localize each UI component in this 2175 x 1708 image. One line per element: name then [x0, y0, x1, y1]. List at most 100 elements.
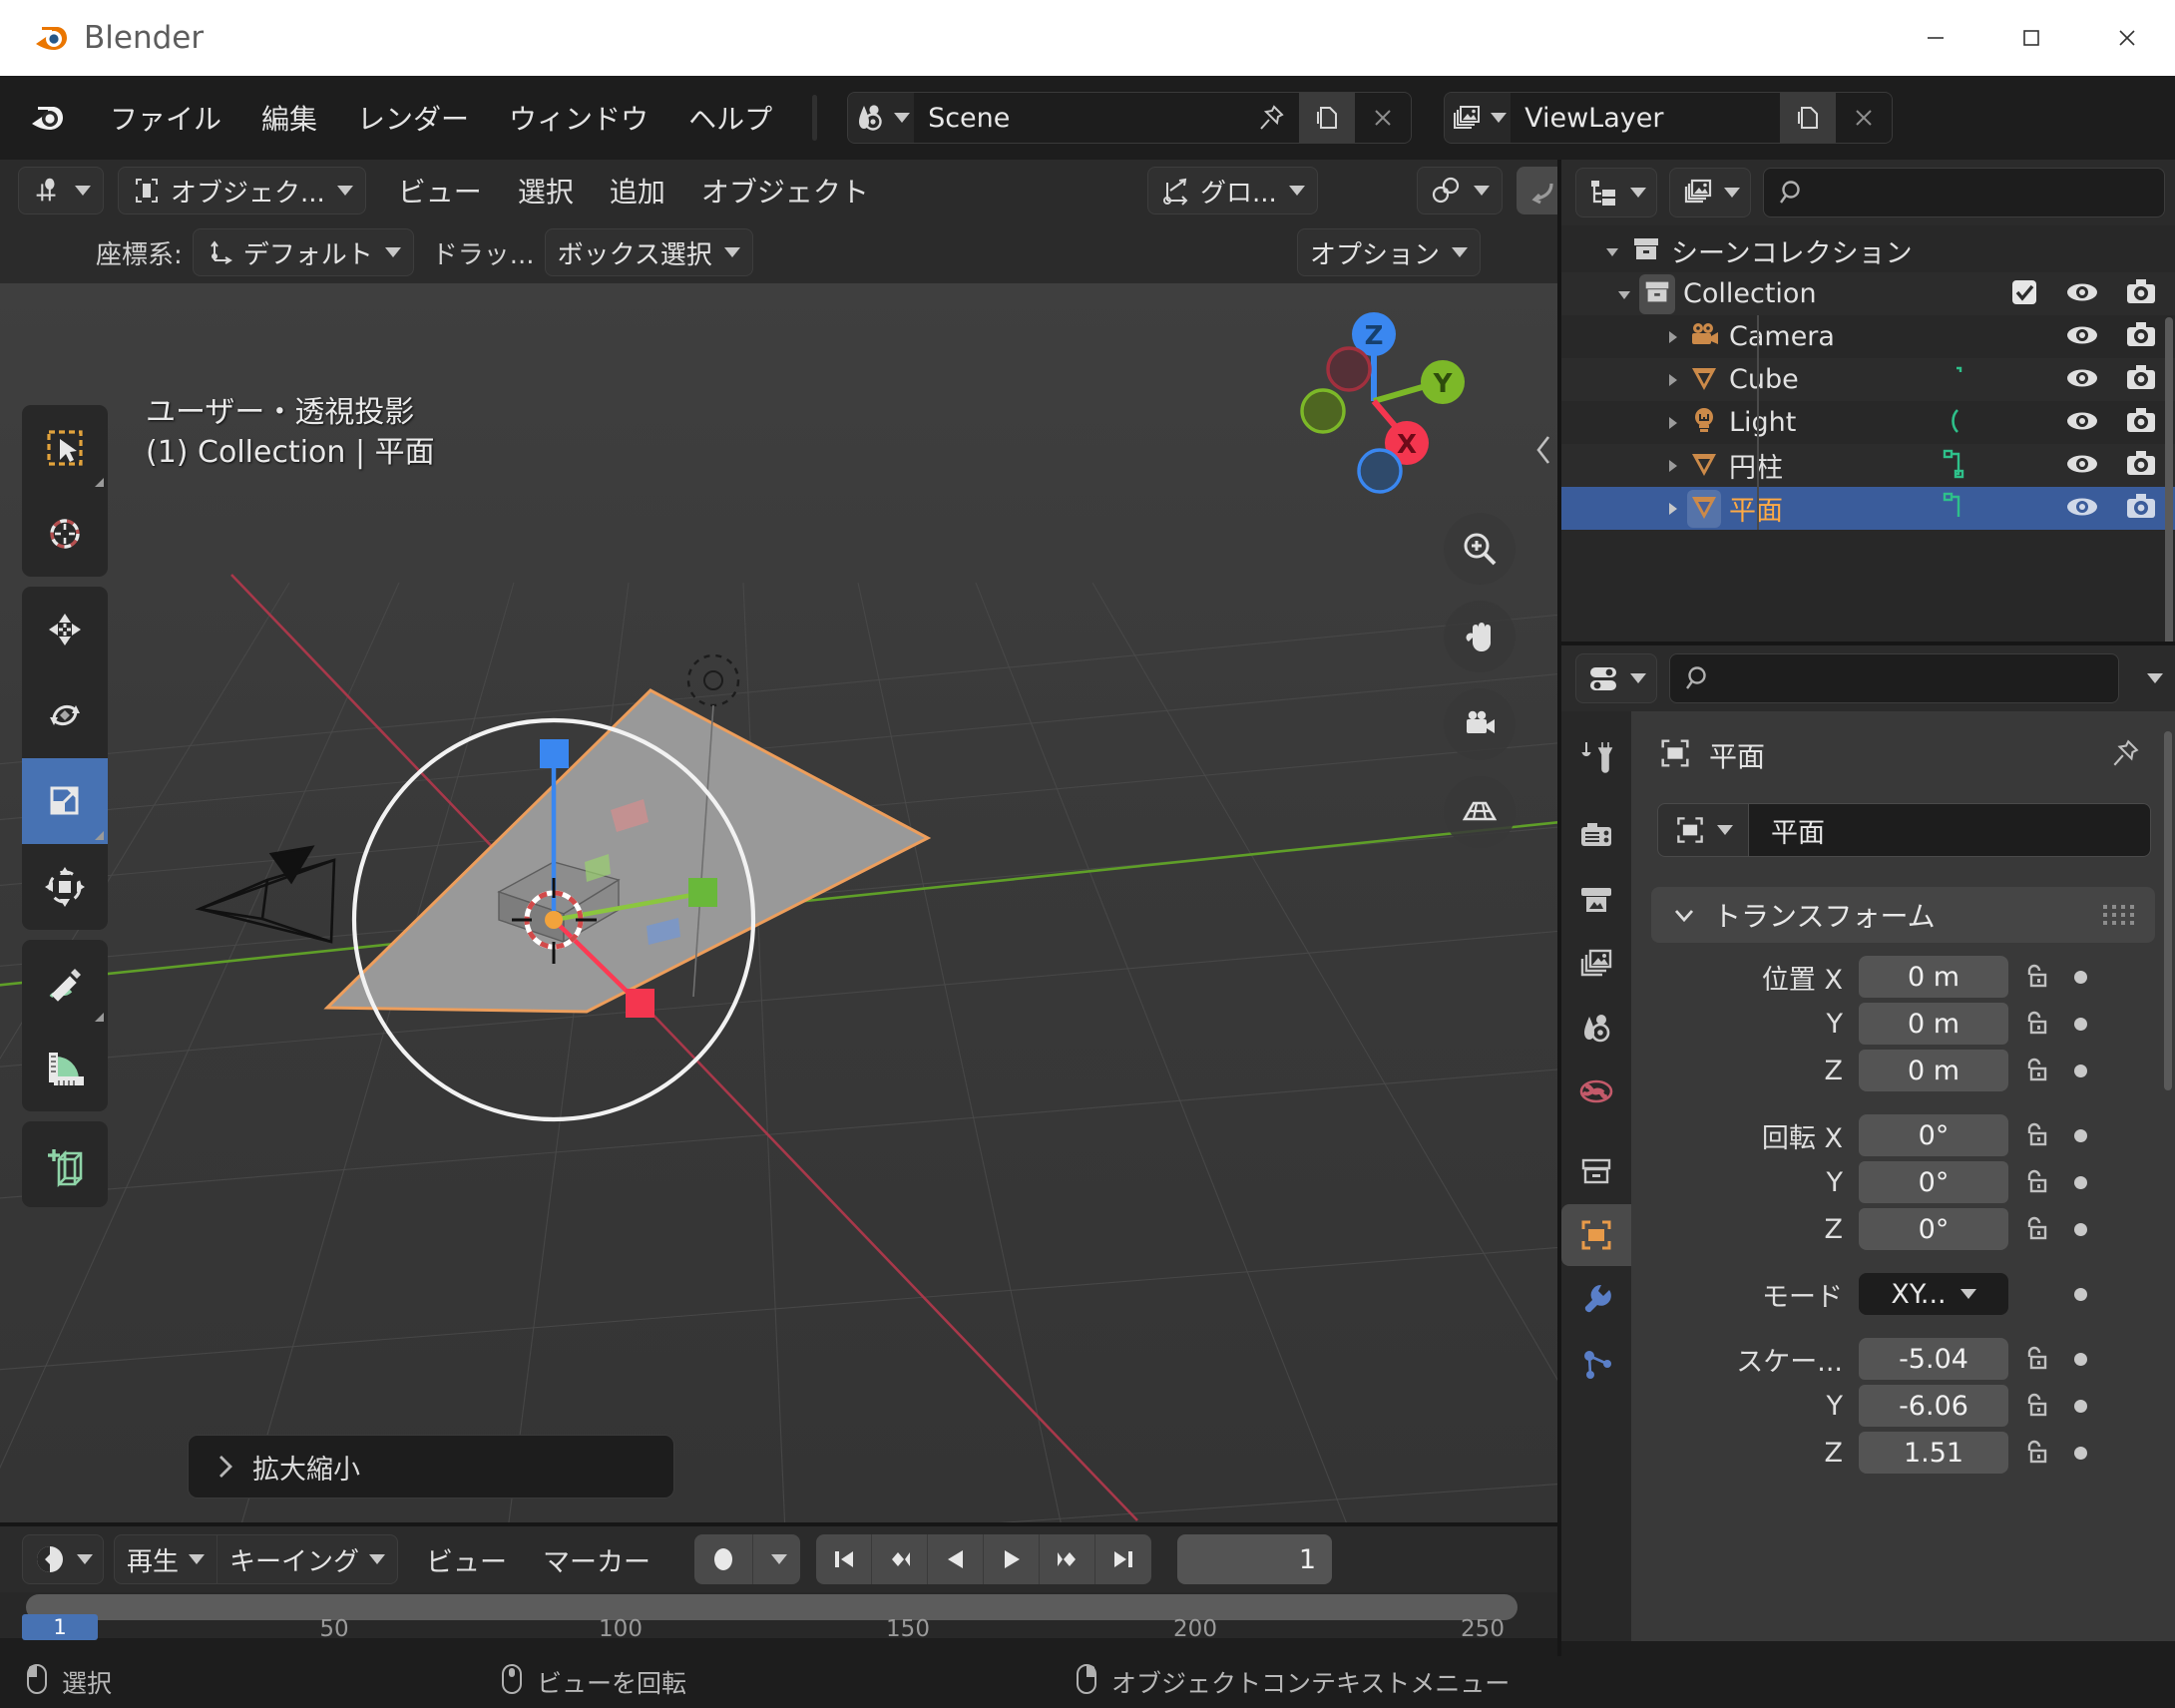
menu-window[interactable]: ウィンドウ: [489, 90, 668, 146]
interaction-mode-selector[interactable]: オブジェク...: [118, 167, 366, 214]
timeline-menu-view[interactable]: ビュー: [408, 1534, 525, 1585]
expand-triangle-icon[interactable]: [1597, 241, 1627, 261]
hide-in-viewport-eye-icon[interactable]: [2065, 320, 2099, 354]
viewport-menu-view[interactable]: ビュー: [380, 165, 500, 216]
area-splitter-viewport-timeline[interactable]: [0, 1522, 1557, 1526]
exclude-checkbox[interactable]: [2009, 277, 2039, 311]
navigation-gizmo[interactable]: Z Y X: [1274, 301, 1474, 501]
particles-tab[interactable]: [1561, 1332, 1631, 1394]
lock-icon[interactable]: [2008, 962, 2062, 992]
outliner-editor[interactable]: シーンコレクション Collection Camera Cube Light 円…: [1561, 160, 2175, 646]
pin-icon[interactable]: [1243, 93, 1300, 143]
tool-tab[interactable]: [1561, 725, 1631, 787]
animate-property-dot[interactable]: [2062, 1446, 2098, 1460]
prop-value-field[interactable]: 0°: [1859, 1161, 2008, 1203]
viewlayer-icon[interactable]: [1445, 93, 1512, 143]
viewport-menu-add[interactable]: 追加: [592, 165, 683, 216]
expand-triangle-icon[interactable]: [1609, 284, 1639, 304]
timeline-editor[interactable]: 再生 キーイング ビュー マーカー 1 1 50 100 150 200 250: [0, 1526, 1561, 1642]
cursor-tool[interactable]: [22, 491, 108, 577]
panel-drag-grip[interactable]: [2103, 905, 2135, 925]
disable-in-renders-camera-icon[interactable]: [2125, 363, 2157, 397]
minimize-button[interactable]: [1888, 0, 1983, 76]
animate-property-dot[interactable]: [2062, 1287, 2098, 1301]
pan-hand-icon[interactable]: [1444, 601, 1516, 672]
properties-scrollbar[interactable]: [2164, 731, 2172, 1090]
timeline-menu-keying[interactable]: キーイング: [218, 1535, 397, 1583]
viewport-3d[interactable]: オブジェク... ビュー 選択 追加 オブジェクト グロ... 座標系: デフォ…: [0, 160, 1561, 1526]
rotate-tool[interactable]: [22, 672, 108, 758]
lock-icon[interactable]: [2008, 1344, 2062, 1374]
auto-keying-options-button[interactable]: [752, 1534, 800, 1584]
outliner-row-light[interactable]: Light: [1561, 401, 2175, 444]
outliner-row-collection[interactable]: Collection: [1561, 272, 2175, 315]
annotate-tool[interactable]: [22, 940, 108, 1026]
animate-property-dot[interactable]: [2062, 1017, 2098, 1031]
collection-tab[interactable]: [1561, 1140, 1631, 1202]
lock-icon[interactable]: [2008, 1167, 2062, 1197]
lock-icon[interactable]: [2008, 1056, 2062, 1085]
prop-value-field[interactable]: 1.51: [1859, 1432, 2008, 1474]
scene-tab[interactable]: [1561, 997, 1631, 1059]
jump-to-end-icon[interactable]: [1095, 1534, 1151, 1584]
tweak-select-box-tool[interactable]: [22, 405, 108, 491]
play-reverse-icon[interactable]: [928, 1534, 985, 1584]
render-tab[interactable]: [1561, 805, 1631, 867]
hide-in-viewport-eye-icon[interactable]: [2065, 492, 2099, 526]
scene-name-field[interactable]: Scene: [914, 93, 1244, 143]
remove-scene-button[interactable]: [1355, 93, 1412, 143]
menu-file[interactable]: ファイル: [90, 90, 241, 146]
timeline-menu-playback[interactable]: 再生: [115, 1535, 218, 1583]
animate-property-dot[interactable]: [2062, 1128, 2098, 1142]
animate-property-dot[interactable]: [2062, 1222, 2098, 1236]
lock-icon[interactable]: [2008, 1120, 2062, 1150]
timeline-editor-icon[interactable]: [23, 1535, 103, 1583]
expand-triangle-icon[interactable]: [1657, 370, 1687, 390]
menu-render[interactable]: レンダー: [337, 90, 489, 146]
expand-triangle-icon[interactable]: [1657, 456, 1687, 476]
timeline-menu-marker[interactable]: マーカー: [525, 1534, 668, 1585]
pin-icon[interactable]: [2109, 737, 2141, 773]
menu-edit[interactable]: 編集: [241, 90, 337, 146]
properties-editor[interactable]: 平面 平面 トランスフォーム 位置 X 0 m Y 0 m Z 0 m 回転 X…: [1561, 645, 2175, 1641]
close-button[interactable]: [2079, 0, 2175, 76]
play-icon[interactable]: [984, 1534, 1041, 1584]
outliner-row-scene-collection[interactable]: シーンコレクション: [1561, 229, 2175, 272]
animate-property-dot[interactable]: [2062, 1399, 2098, 1413]
editor-type-icon[interactable]: [18, 167, 104, 214]
outliner-row-plane[interactable]: 平面: [1561, 487, 2175, 530]
prop-value-field[interactable]: -6.06: [1859, 1385, 2008, 1427]
prop-value-field[interactable]: 0 m: [1859, 1003, 2008, 1045]
object-tab[interactable]: [1561, 1204, 1631, 1266]
hide-in-viewport-eye-icon[interactable]: [2065, 406, 2099, 440]
viewport-menu-object[interactable]: オブジェクト: [683, 165, 887, 216]
sidebar-toggle-arrow-icon[interactable]: [1533, 433, 1555, 474]
blender-menu-icon[interactable]: [26, 98, 66, 138]
area-splitter-outliner-properties[interactable]: [1561, 641, 2175, 645]
object-type-icon[interactable]: [1657, 803, 1749, 857]
snap-settings-button[interactable]: [1417, 167, 1503, 214]
jump-to-start-icon[interactable]: [816, 1534, 873, 1584]
animate-property-dot[interactable]: [2062, 970, 2098, 984]
world-tab[interactable]: [1561, 1061, 1631, 1122]
object-name-field[interactable]: 平面: [1749, 803, 2151, 857]
view-layer-tab[interactable]: [1561, 933, 1631, 995]
maximize-button[interactable]: [1983, 0, 2079, 76]
coord-system-selector[interactable]: デフォルト: [192, 228, 414, 276]
disable-in-renders-camera-icon[interactable]: [2125, 320, 2157, 354]
animate-property-dot[interactable]: [2062, 1352, 2098, 1366]
properties-search-input[interactable]: [1669, 653, 2119, 703]
outliner-display-mode-icon[interactable]: [1575, 168, 1657, 217]
disable-in-renders-camera-icon[interactable]: [2125, 449, 2157, 483]
disable-in-renders-camera-icon[interactable]: [2125, 406, 2157, 440]
jump-to-next-keyframe-icon[interactable]: [1040, 1534, 1096, 1584]
prop-value-field[interactable]: 0°: [1859, 1208, 2008, 1250]
outliner-row-cylinder[interactable]: 円柱: [1561, 444, 2175, 487]
drag-action-selector[interactable]: ボックス選択: [544, 228, 753, 276]
modifiers-tab[interactable]: [1561, 1268, 1631, 1330]
new-scene-icon[interactable]: [1299, 93, 1356, 143]
playhead[interactable]: 1: [22, 1614, 98, 1640]
remove-viewlayer-button[interactable]: [1836, 93, 1893, 143]
auto-keying-icon[interactable]: [694, 1534, 752, 1584]
expand-triangle-icon[interactable]: [1657, 499, 1687, 519]
